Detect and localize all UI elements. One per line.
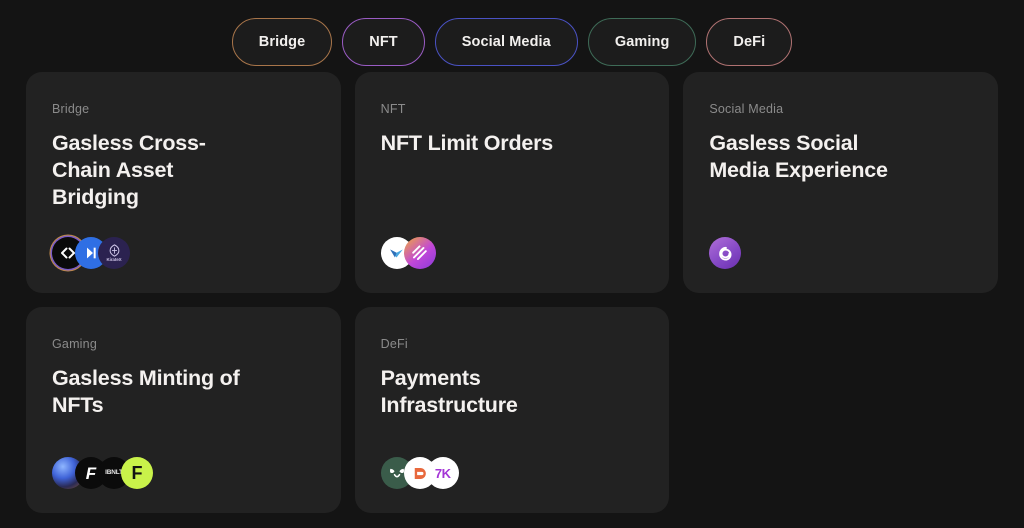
seven-k-logo-icon: 7K <box>427 457 459 489</box>
card-logo-row: KirateX <box>52 211 315 269</box>
card-category-tag: NFT <box>381 102 644 116</box>
card-title: NFT Limit Orders <box>381 130 572 157</box>
card-logo-row <box>709 211 972 269</box>
filter-bar: Bridge NFT Social Media Gaming DeFi <box>0 0 1024 72</box>
use-case-card[interactable]: Gaming Gasless Minting of NFTs FIBNLTF <box>26 307 341 513</box>
card-logo-row: FIBNLTF <box>52 431 315 489</box>
card-logo-row <box>381 211 644 269</box>
filter-pill-label: DeFi <box>733 34 765 50</box>
logo-glyph-label: F <box>86 465 96 482</box>
use-case-card[interactable]: NFT NFT Limit Orders <box>355 72 670 293</box>
logo-glyph-label: 7K <box>435 467 451 480</box>
card-category-tag: Social Media <box>709 102 972 116</box>
kiratex-logo-icon: KirateX <box>98 237 130 269</box>
card-category-tag: DeFi <box>381 337 644 351</box>
lime-f-logo-icon: F <box>121 457 153 489</box>
card-title: Gasless Cross-Chain Asset Bridging <box>52 130 243 211</box>
card-category-tag: Gaming <box>52 337 315 351</box>
filter-pill-bridge[interactable]: Bridge <box>232 18 333 66</box>
filter-pill-label: Social Media <box>462 34 551 50</box>
card-title: Gasless Social Media Experience <box>709 130 900 184</box>
logo-glyph-label: F <box>132 464 143 482</box>
use-case-card[interactable]: Social Media Gasless Social Media Experie… <box>683 72 998 293</box>
gradient-slash-logo-icon <box>404 237 436 269</box>
lens-spiral-logo-icon <box>709 237 741 269</box>
filter-pill-label: NFT <box>369 34 398 50</box>
card-title: Payments Infrastructure <box>381 365 572 419</box>
filter-pill-social-media[interactable]: Social Media <box>435 18 578 66</box>
filter-pill-nft[interactable]: NFT <box>342 18 425 66</box>
card-title: Gasless Minting of NFTs <box>52 365 243 419</box>
use-case-card-grid: Bridge Gasless Cross-Chain Asset Bridging… <box>0 72 1024 513</box>
filter-pill-label: Bridge <box>259 34 306 50</box>
card-logo-row: 7K <box>381 431 644 489</box>
filter-pill-defi[interactable]: DeFi <box>706 18 792 66</box>
filter-pill-gaming[interactable]: Gaming <box>588 18 697 66</box>
filter-pill-label: Gaming <box>615 34 670 50</box>
use-case-card[interactable]: Bridge Gasless Cross-Chain Asset Bridging… <box>26 72 341 293</box>
use-case-card[interactable]: DeFi Payments Infrastructure 7K <box>355 307 670 513</box>
card-category-tag: Bridge <box>52 102 315 116</box>
logo-glyph-label: KirateX <box>106 258 121 263</box>
